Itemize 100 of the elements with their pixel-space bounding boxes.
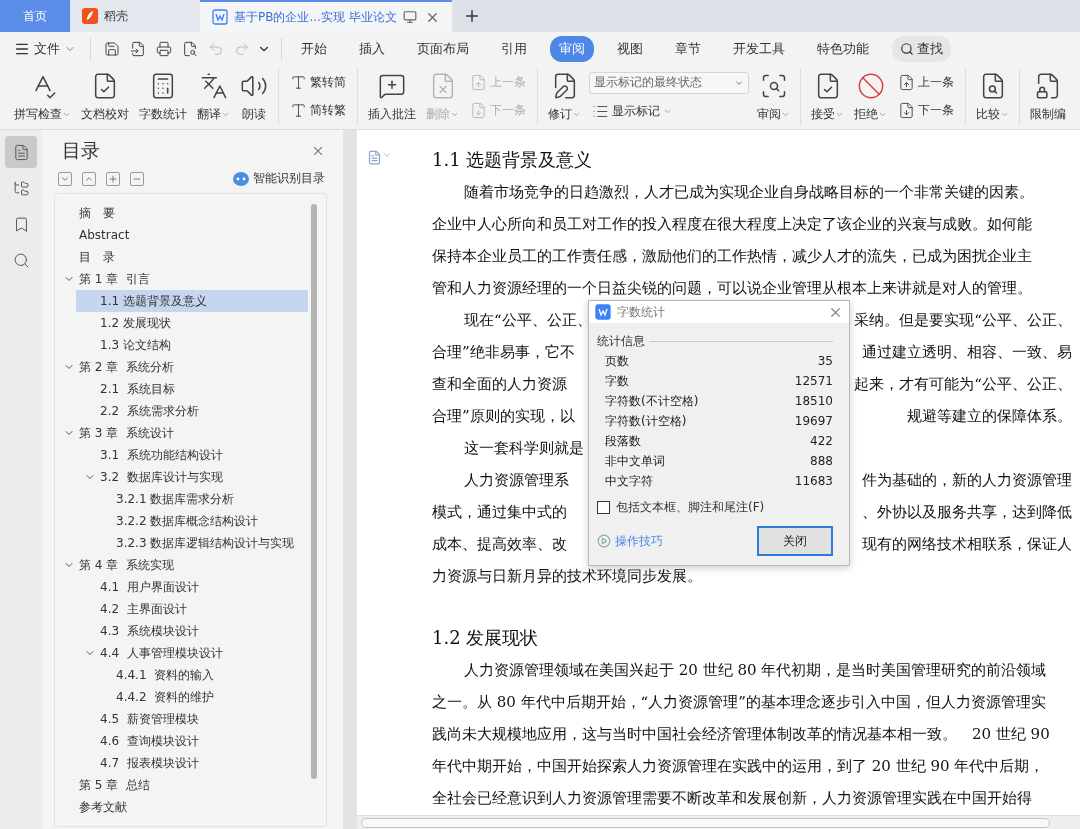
document-down-icon <box>470 102 487 120</box>
ribbon-tab[interactable]: 特色功能 <box>808 36 878 62</box>
scrollbar[interactable] <box>311 204 317 779</box>
ribbon-tab[interactable]: 审阅 <box>550 36 594 62</box>
markup-select[interactable]: 显示标记的最终状态 <box>589 71 749 94</box>
page-icon[interactable] <box>367 150 382 165</box>
outline-item[interactable]: 4.4.1 资料的输入 <box>76 664 308 686</box>
stat-value: 19697 <box>794 414 833 428</box>
outline-item[interactable]: 4.2 主界面设计 <box>76 598 308 620</box>
letter-icon <box>290 102 307 120</box>
smart-toc-button[interactable]: 智能识别目录 <box>233 170 325 187</box>
ribbon-button[interactable]: 修订 <box>544 68 585 125</box>
outline-item[interactable]: 4.7 报表模块设计 <box>76 752 308 774</box>
comment-add-icon <box>378 72 406 100</box>
collapse-button[interactable] <box>58 171 72 186</box>
body-text: 年代中期开始，中国开始探索人力资源管理在实践中的运用，到了 20 世纪 90 年代中后期， <box>432 756 1045 777</box>
outline-item[interactable]: 第 3 章 系统设计 <box>55 422 308 444</box>
outline-item[interactable]: 第 4 章 系统实现 <box>55 554 308 576</box>
outline-item[interactable]: 摘 要 <box>55 202 308 224</box>
ribbon-button[interactable]: 显示标记 <box>589 100 749 122</box>
ribbon-button[interactable]: 上一条 <box>895 71 957 93</box>
outline-item[interactable]: 第 5 章 总结 <box>55 774 308 796</box>
add-button[interactable] <box>106 171 120 186</box>
outline-item[interactable]: 3.2.3 数据库逻辑结构设计与实现 <box>76 532 308 554</box>
body-text: 查和全面的人力资源 <box>432 374 567 395</box>
letter-icon <box>290 73 307 91</box>
outline-item[interactable]: 3.2.1 数据库需求分析 <box>76 488 308 510</box>
outline-item[interactable]: 第 1 章 引言 <box>55 268 308 290</box>
scrollbar[interactable] <box>361 817 1050 828</box>
ribbon-tab[interactable]: 章节 <box>666 36 710 62</box>
document-up-icon <box>898 73 915 91</box>
sidebar-button[interactable] <box>5 136 37 168</box>
ribbon-button[interactable]: 限制编 <box>1026 68 1070 125</box>
outline-item[interactable]: 3.1 系统功能结构设计 <box>76 444 308 466</box>
body-text: 随着市场竞争的日趋激烈，人才已成为实现企业自身战略目标的一个非常关键的因素。 <box>464 182 1034 203</box>
ribbon-button[interactable]: 朗读 <box>236 68 272 125</box>
stat-label: 字符数(计空格) <box>605 412 687 430</box>
ribbon-button[interactable]: 比较 <box>972 68 1013 125</box>
outline-item[interactable]: 2.2 系统需求分析 <box>76 400 308 422</box>
outline-item[interactable]: 3.2.2 数据库概念结构设计 <box>76 510 308 532</box>
ribbon-button[interactable]: 接受 <box>807 68 848 125</box>
outline-item[interactable]: 4.1 用户界面设计 <box>76 576 308 598</box>
document-logo-icon <box>212 9 228 25</box>
outline-item[interactable]: 4.4.2 资料的维护 <box>76 686 308 708</box>
expand-button[interactable] <box>82 171 96 186</box>
ribbon-tab[interactable]: 开发工具 <box>724 36 794 62</box>
outline-item[interactable]: 3.2 数据库设计与实现 <box>76 466 308 488</box>
ribbon-button[interactable]: 拼写检查 <box>10 68 75 125</box>
ribbon-button[interactable]: 审阅 <box>753 68 794 125</box>
ribbon-tab[interactable]: 引用 <box>492 36 536 62</box>
body-text: 力资源与日新月异的技术环境同步发展。 <box>432 566 702 587</box>
save-icon[interactable] <box>104 41 120 57</box>
ribbon-button[interactable]: 简转繁 <box>287 100 349 122</box>
close-button[interactable] <box>311 144 325 158</box>
body-text: 件为基础的，新的人力资源管理 <box>862 470 1072 491</box>
ribbon-tab[interactable]: 视图 <box>608 36 652 62</box>
caret-icon <box>572 110 581 119</box>
ribbon-button[interactable]: 下一条 <box>895 100 957 122</box>
close-dialog-button[interactable]: 关闭 <box>757 526 833 556</box>
ribbon-button[interactable]: 文档校对 <box>77 68 133 125</box>
outline-item[interactable]: 4.3 系统模块设计 <box>76 620 308 642</box>
save-as-icon[interactable] <box>130 41 146 57</box>
ribbon-button[interactable]: 繁转简 <box>287 71 349 93</box>
document-tab[interactable]: 稻壳 <box>70 0 200 32</box>
outline-item[interactable]: 4.4 人事管理模块设计 <box>76 642 308 664</box>
remove-button[interactable] <box>130 171 144 186</box>
ribbon-button[interactable]: 翻译 <box>193 68 234 125</box>
search-button[interactable]: 查找 <box>892 36 951 62</box>
checkbox[interactable] <box>597 501 610 514</box>
outline-item[interactable]: 1.3 论文结构 <box>76 334 308 356</box>
preview-icon[interactable] <box>182 41 198 57</box>
body-text: 管和人力资源经理的一个日益尖锐的问题，可以说企业管理从根本上来讲就是对人的管理。 <box>432 278 1032 299</box>
stat-value: 888 <box>810 454 833 468</box>
body-text: 合理”绝非易事，它不 <box>432 342 575 363</box>
outline-item[interactable]: Abstract <box>55 224 308 246</box>
outline-item[interactable]: 第 2 章 系统分析 <box>55 356 308 378</box>
document-tab[interactable]: 基于PB的企业...实现 毕业论文 <box>200 0 452 32</box>
outline-item[interactable]: 目 录 <box>55 246 308 268</box>
ribbon-button[interactable]: 插入批注 <box>364 68 420 125</box>
ribbon-tab[interactable]: 开始 <box>292 36 336 62</box>
body-text: 成本、提高效率、改 <box>432 534 567 555</box>
stat-value: 11683 <box>794 474 833 488</box>
ribbon-tab[interactable]: 插入 <box>350 36 394 62</box>
file-menu[interactable]: 文件 <box>10 38 80 60</box>
outline-item[interactable]: 1.1 选题背景及意义 <box>76 290 308 312</box>
ribbon-button[interactable]: 字数统计 <box>135 68 191 125</box>
body-text: 、外协以及服务共享，达到降低 <box>862 502 1072 523</box>
body-text: 采纳。但是要实现“公平、公正、 <box>854 310 1072 331</box>
ribbon-button[interactable]: 拒绝 <box>850 68 891 125</box>
print-icon[interactable] <box>156 41 172 57</box>
outline-item[interactable]: 1.2 发展现状 <box>76 312 308 334</box>
outline-item[interactable]: 参考文献 <box>55 796 308 818</box>
ribbon-tab[interactable]: 页面布局 <box>408 36 478 62</box>
caret-icon[interactable] <box>382 150 392 160</box>
body-text: 人力资源管理领域在美国兴起于 20 世纪 80 年代初期，是当时美国管理研究的前沿领域 <box>464 660 1047 681</box>
outline-item[interactable]: 2.1 系统目标 <box>76 378 308 400</box>
outline-item[interactable]: 4.5 薪资管理模块 <box>76 708 308 730</box>
caret-icon <box>62 110 71 119</box>
outline-item[interactable]: 4.6 查询模块设计 <box>76 730 308 752</box>
monitor-icon[interactable] <box>402 10 417 24</box>
